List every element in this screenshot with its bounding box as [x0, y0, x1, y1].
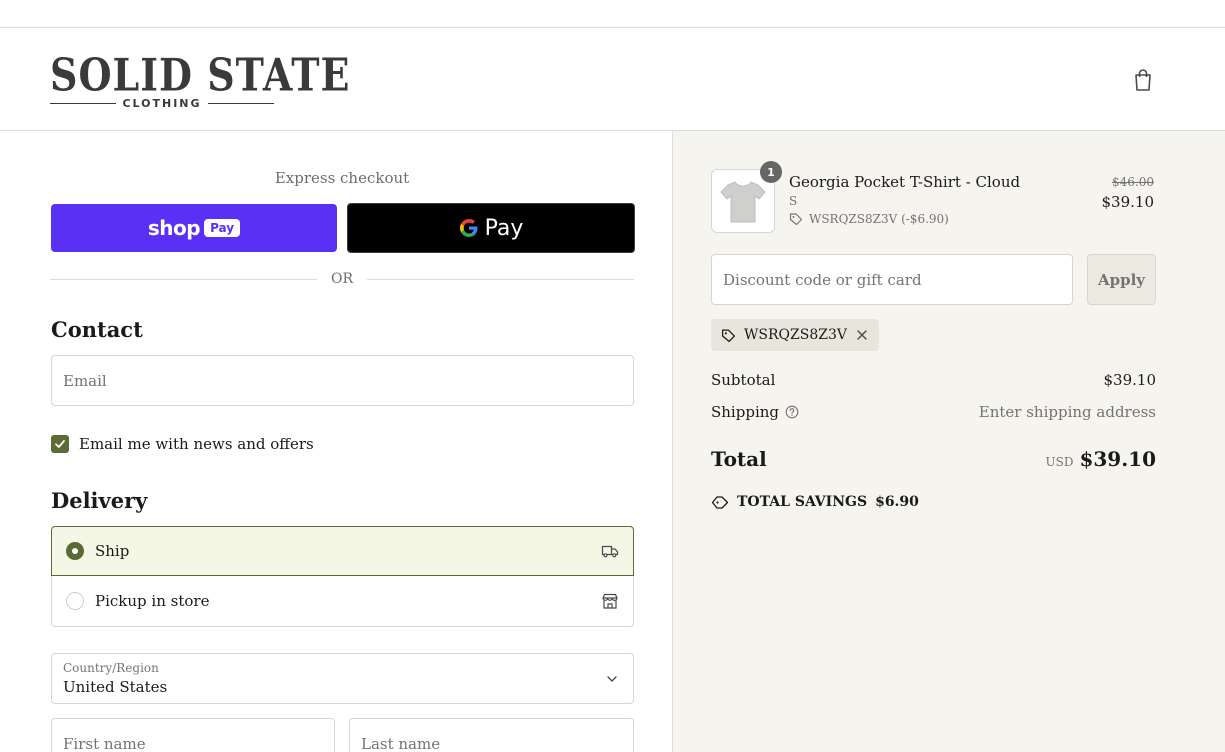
total-value: $39.10 — [1079, 447, 1156, 471]
newsletter-row: Email me with news and offers — [51, 434, 314, 454]
newsletter-checkbox[interactable] — [51, 435, 69, 453]
close-icon — [857, 330, 867, 340]
newsletter-label: Email me with news and offers — [79, 435, 314, 453]
shop-pay-badge: Pay — [204, 219, 241, 237]
help-icon[interactable] — [785, 405, 799, 419]
savings-tag-icon — [711, 496, 729, 509]
google-pay-button[interactable]: Pay — [347, 203, 635, 253]
ship-radio[interactable] — [66, 542, 84, 560]
delivery-option-pickup[interactable]: Pickup in store — [51, 576, 634, 627]
tag-icon — [721, 329, 736, 342]
remove-discount-button[interactable] — [855, 328, 869, 342]
shipping-value: Enter shipping address — [978, 403, 1156, 421]
order-summary: 1 Georgia Pocket T-Shirt - Cloud S WSRQZ… — [672, 131, 1225, 752]
store-icon — [602, 593, 618, 609]
delivery-option-ship[interactable]: Ship — [51, 526, 634, 576]
subtotal-row: Subtotal $39.10 — [711, 371, 1156, 389]
product-variant: S — [789, 194, 798, 208]
brand-name: SOLID STATE — [50, 48, 351, 102]
total-currency: USD — [1045, 455, 1074, 469]
last-name-wrapper — [349, 718, 634, 752]
discounted-price: $39.10 — [1101, 193, 1155, 211]
checkout-form: Express checkout shop Pay Pay OR Contact… — [0, 131, 672, 752]
brand-sub: CLOTHING — [50, 96, 275, 110]
original-price: $46.00 — [1112, 175, 1154, 189]
tag-icon — [789, 213, 803, 226]
or-label: OR — [330, 271, 354, 287]
or-divider: OR — [50, 269, 634, 289]
country-select[interactable]: Country/Region United States — [51, 653, 634, 704]
applied-code: WSRQZS8Z3V — [744, 327, 847, 343]
discount-code-field[interactable] — [712, 255, 1072, 304]
contact-heading: Contact — [51, 317, 143, 342]
email-field-wrapper — [51, 355, 634, 406]
total-amount-group: USD $39.10 — [1045, 447, 1156, 471]
subtotal-label: Subtotal — [711, 371, 776, 389]
truck-icon — [601, 545, 619, 558]
total-row: Total USD $39.10 — [711, 447, 1156, 471]
delivery-heading: Delivery — [51, 488, 148, 513]
product-discount-text: WSRQZS8Z3V (-$6.90) — [809, 212, 949, 226]
quantity-badge: 1 — [760, 161, 782, 183]
total-savings: TOTAL SAVINGS $6.90 — [711, 494, 919, 510]
apply-button[interactable]: Apply — [1087, 254, 1156, 305]
shopping-bag-icon[interactable] — [1132, 68, 1154, 92]
brand-logo[interactable]: SOLID STATE CLOTHING — [50, 48, 350, 112]
applied-discount-chip: WSRQZS8Z3V — [711, 319, 879, 351]
google-pay-label: Pay — [484, 215, 524, 241]
savings-value: $6.90 — [875, 494, 919, 510]
shop-pay-button[interactable]: shop Pay — [51, 204, 337, 252]
country-label: Country/Region — [63, 661, 159, 675]
brand-sub-text: CLOTHING — [122, 96, 202, 110]
site-header: SOLID STATE CLOTHING — [0, 28, 1225, 131]
product-discount: WSRQZS8Z3V (-$6.90) — [789, 212, 949, 226]
total-label: Total — [711, 447, 767, 471]
country-value: United States — [63, 678, 168, 696]
top-strip — [0, 0, 1225, 28]
delivery-options: Ship Pickup in store — [51, 526, 634, 627]
ship-label: Ship — [95, 542, 130, 560]
last-name-field[interactable] — [350, 719, 633, 752]
first-name-field[interactable] — [52, 719, 334, 752]
express-checkout-title: Express checkout — [274, 169, 410, 187]
shipping-label: Shipping — [711, 403, 779, 421]
google-g-icon — [459, 219, 478, 237]
chevron-down-icon — [607, 676, 617, 682]
discount-field-wrapper — [711, 254, 1073, 305]
savings-label: TOTAL SAVINGS — [737, 494, 868, 510]
pickup-label: Pickup in store — [95, 592, 210, 610]
shipping-label-group: Shipping — [711, 403, 799, 421]
first-name-wrapper — [51, 718, 335, 752]
email-field[interactable] — [52, 356, 633, 405]
tshirt-image — [720, 181, 766, 223]
product-name: Georgia Pocket T-Shirt - Cloud — [789, 173, 1021, 191]
subtotal-value: $39.10 — [1103, 371, 1157, 389]
shop-pay-label: shop — [147, 216, 201, 240]
pickup-radio[interactable] — [66, 592, 84, 610]
shipping-row: Shipping Enter shipping address — [711, 403, 1156, 421]
checkmark-icon — [55, 440, 65, 448]
